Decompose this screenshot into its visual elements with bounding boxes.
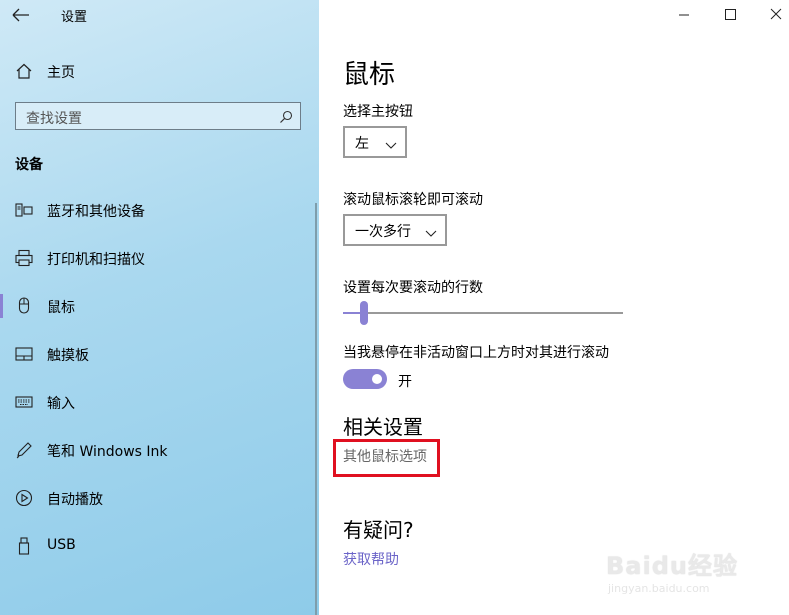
search-input[interactable]: 查找设置 xyxy=(15,102,301,130)
minimize-icon xyxy=(679,14,689,16)
related-settings-title: 相关设置 xyxy=(343,415,423,439)
printer-icon xyxy=(15,249,33,267)
sidebar-item-label: 鼠标 xyxy=(47,300,75,316)
dropdown-value: 一次多行 xyxy=(355,224,411,240)
back-button[interactable] xyxy=(10,5,34,25)
inactive-scroll-label: 当我悬停在非活动窗口上方时对其进行滚动 xyxy=(343,345,609,361)
sidebar-item-label: 输入 xyxy=(47,396,75,412)
sidebar-item-label: 自动播放 xyxy=(47,492,103,508)
content-pane: 鼠标 选择主按钮 左 滚动鼠标滚轮即可滚动 一次多行 设置每次要滚动的行数 当我… xyxy=(319,0,789,615)
chevron-down-icon xyxy=(425,224,437,237)
toggle-state-label: 开 xyxy=(398,374,412,390)
slider-thumb[interactable] xyxy=(359,301,368,325)
lines-to-scroll-slider[interactable] xyxy=(343,300,623,328)
sidebar-scrollbar[interactable] xyxy=(315,203,317,615)
watermark-url: jingyan.baidu.com xyxy=(608,582,710,595)
bluetooth-devices-icon xyxy=(15,201,33,219)
home-icon xyxy=(15,62,33,80)
section-title: 设备 xyxy=(15,157,43,173)
get-help-link[interactable]: 获取帮助 xyxy=(343,549,399,569)
dropdown-value: 左 xyxy=(355,136,369,152)
app-title: 设置 xyxy=(61,10,88,25)
highlight-annotation xyxy=(333,439,440,477)
sidebar-item-home[interactable]: 主页 xyxy=(0,55,319,87)
baidu-watermark: Baidu经验 jingyan.baidu.com xyxy=(606,546,746,606)
pen-icon xyxy=(15,441,33,459)
autoplay-icon xyxy=(15,489,33,507)
sidebar-item-label: USB xyxy=(47,537,76,553)
sidebar-item-mouse[interactable]: 鼠标 xyxy=(0,286,319,326)
toggle-knob xyxy=(372,374,382,384)
sidebar-item-label: 主页 xyxy=(47,65,75,81)
sidebar-item-label: 笔和 Windows Ink xyxy=(47,444,168,460)
watermark-logo: Baidu经验 xyxy=(606,552,738,580)
keyboard-icon xyxy=(15,393,33,411)
search-placeholder: 查找设置 xyxy=(26,111,82,127)
back-arrow-icon xyxy=(12,8,29,22)
sidebar-item-typing[interactable]: 输入 xyxy=(0,382,319,422)
page-title: 鼠标 xyxy=(343,60,396,90)
selection-indicator xyxy=(0,294,3,318)
inactive-scroll-toggle[interactable] xyxy=(343,369,387,389)
scroll-mode-dropdown[interactable]: 一次多行 xyxy=(343,214,447,246)
search-icon xyxy=(279,109,293,123)
question-title: 有疑问? xyxy=(343,518,414,542)
minimize-button[interactable] xyxy=(661,0,707,30)
sidebar-item-bluetooth[interactable]: 蓝牙和其他设备 xyxy=(0,190,319,230)
mouse-icon xyxy=(15,297,33,315)
primary-button-label: 选择主按钮 xyxy=(343,104,413,120)
sidebar-item-label: 触摸板 xyxy=(47,348,89,364)
usb-icon xyxy=(15,537,33,555)
close-button[interactable] xyxy=(743,0,789,30)
close-icon xyxy=(770,8,782,20)
lines-to-scroll-label: 设置每次要滚动的行数 xyxy=(343,280,483,296)
chevron-down-icon xyxy=(385,136,397,149)
touchpad-icon xyxy=(15,345,33,363)
sidebar-item-pen[interactable]: 笔和 Windows Ink xyxy=(0,430,319,470)
primary-button-dropdown[interactable]: 左 xyxy=(343,126,407,158)
sidebar: 设置 主页 查找设置 设备 蓝牙和其他设备 打印机和扫描仪 鼠标 触摸板 输入 … xyxy=(0,0,319,615)
sidebar-item-autoplay[interactable]: 自动播放 xyxy=(0,478,319,518)
title-bar: 设置 xyxy=(0,0,319,30)
sidebar-item-usb[interactable]: USB xyxy=(0,526,319,566)
scroll-mode-label: 滚动鼠标滚轮即可滚动 xyxy=(343,192,483,208)
sidebar-item-label: 蓝牙和其他设备 xyxy=(47,204,145,220)
sidebar-item-printers[interactable]: 打印机和扫描仪 xyxy=(0,238,319,278)
sidebar-item-label: 打印机和扫描仪 xyxy=(47,252,145,268)
sidebar-item-touchpad[interactable]: 触摸板 xyxy=(0,334,319,374)
slider-track xyxy=(343,312,623,314)
